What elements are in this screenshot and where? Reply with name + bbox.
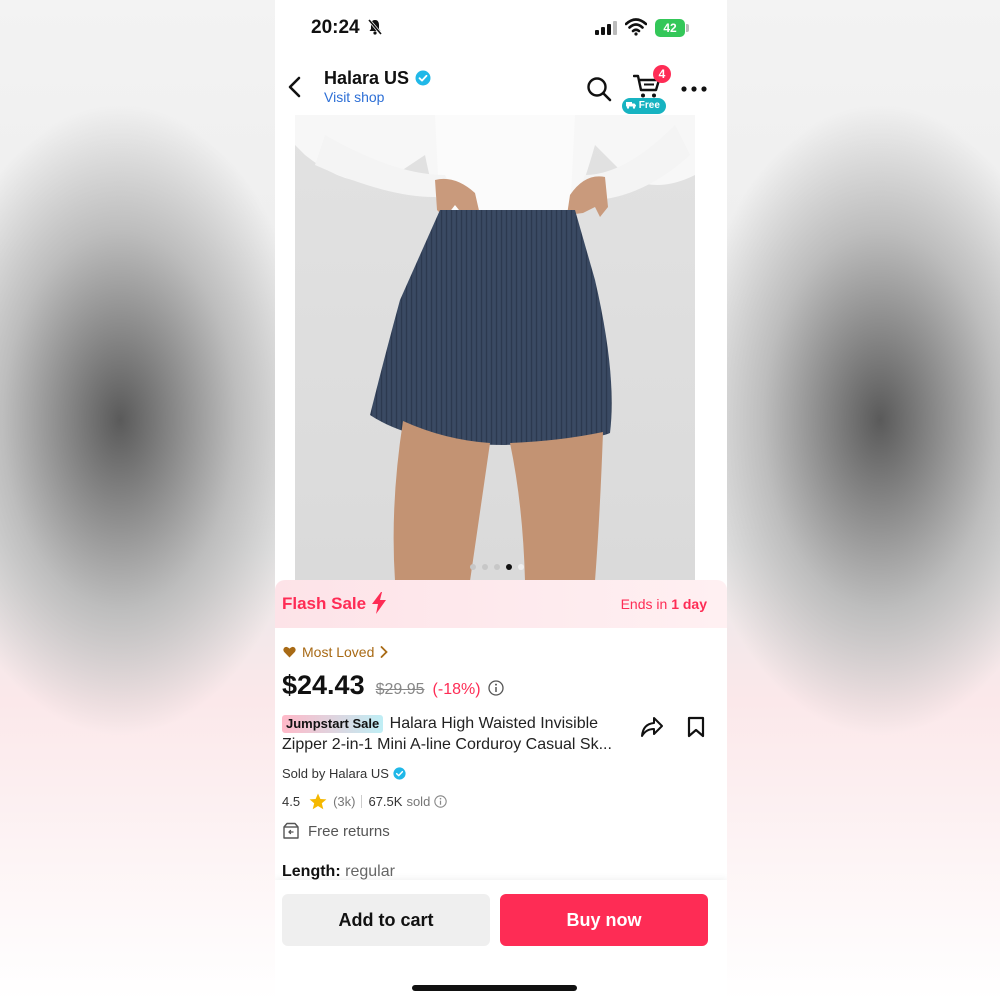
sold-count: 67.5K: [368, 794, 403, 809]
product-title[interactable]: Jumpstart Sale Halara High Waisted Invis…: [282, 713, 637, 755]
info-icon[interactable]: [434, 795, 448, 808]
battery-indicator: 42: [655, 19, 685, 37]
verified-badge-icon: [415, 70, 431, 86]
product-details: Most Loved $24.43 $29.95 (-18%) Jumpstar…: [275, 628, 727, 888]
free-label: Free: [638, 100, 660, 111]
ends-in-prefix: Ends in: [620, 596, 668, 612]
wifi-icon: [625, 18, 647, 36]
bell-muted-icon: [367, 19, 383, 35]
shop-header: Halara US Visit shop 4 Free: [275, 60, 727, 114]
carousel-dot[interactable]: [482, 564, 488, 570]
buy-now-button[interactable]: Buy now: [500, 894, 708, 946]
product-image[interactable]: [295, 115, 695, 581]
sale-price: $24.43: [282, 670, 365, 700]
cellular-signal-icon: [595, 21, 617, 35]
free-returns-label: Free returns: [308, 822, 390, 840]
title-text-1: Halara High Waisted Invisible: [389, 715, 599, 732]
carousel-dots: [470, 564, 524, 572]
share-icon[interactable]: [640, 716, 664, 738]
phone-screen: 20:24 42 Halara US Visit shop 4 Free Fla…: [275, 0, 727, 1000]
status-time: 20:24: [311, 17, 360, 38]
bookmark-icon[interactable]: [687, 716, 705, 738]
rating-row[interactable]: 4.5 (3k) 67.5K sold: [282, 793, 448, 810]
carousel-dot-active[interactable]: [506, 564, 512, 570]
jumpstart-sale-badge: Jumpstart Sale: [282, 715, 384, 733]
length-value: regular: [345, 863, 395, 880]
star-icon: [309, 793, 327, 810]
back-arrow-icon[interactable]: [287, 76, 303, 98]
cart-count-badge: 4: [653, 65, 671, 83]
carousel-dot[interactable]: [518, 564, 524, 570]
most-loved-link[interactable]: Most Loved: [283, 644, 389, 660]
title-line-1: Jumpstart Sale Halara High Waisted Invis…: [282, 713, 637, 734]
sold-suffix: sold: [406, 794, 431, 809]
shop-name[interactable]: Halara US: [324, 68, 409, 89]
skirt-model-photo: [295, 115, 695, 581]
return-box-icon: [283, 822, 299, 839]
visit-shop-link[interactable]: Visit shop: [324, 89, 384, 105]
more-options-icon[interactable]: [681, 86, 707, 92]
carousel-dot[interactable]: [494, 564, 500, 570]
status-bar: 20:24 42: [275, 0, 727, 56]
lightning-bolt-icon: [372, 592, 386, 614]
bottom-action-bar: Add to cart Buy now: [275, 880, 727, 1000]
price-row: $24.43 $29.95 (-18%): [282, 670, 504, 701]
verified-badge-icon: [393, 767, 406, 780]
add-to-cart-button[interactable]: Add to cart: [282, 894, 490, 946]
sold-by-link[interactable]: Sold by Halara US: [282, 766, 406, 781]
battery-nub: [686, 24, 689, 32]
search-icon[interactable]: [586, 76, 612, 102]
heart-icon: [283, 646, 296, 658]
length-selector[interactable]: Length: regular: [282, 863, 395, 881]
carousel-dot[interactable]: [470, 564, 476, 570]
length-label: Length:: [282, 863, 341, 880]
divider: [361, 795, 363, 808]
sold-by-text: Sold by Halara US: [282, 766, 389, 781]
home-indicator[interactable]: [412, 985, 577, 991]
most-loved-label: Most Loved: [302, 644, 375, 660]
flash-sale-countdown: Ends in 1 day: [621, 596, 707, 612]
discount-percent: (-18%): [432, 681, 481, 698]
chevron-right-icon: [380, 646, 389, 658]
free-returns-row[interactable]: Free returns: [282, 822, 390, 840]
review-count: (3k): [333, 794, 356, 809]
flash-sale-label: Flash Sale: [282, 594, 367, 613]
truck-icon: [626, 102, 636, 109]
title-text-2: Zipper 2-in-1 Mini A-line Corduroy Casua…: [282, 736, 612, 753]
flash-sale-banner: Flash Sale Ends in 1 day: [275, 580, 727, 628]
free-shipping-pill: Free: [622, 98, 666, 114]
rating-value: 4.5: [282, 794, 301, 809]
info-icon[interactable]: [487, 680, 504, 696]
original-price: $29.95: [375, 681, 425, 698]
ends-in-value: 1 day: [671, 596, 707, 612]
